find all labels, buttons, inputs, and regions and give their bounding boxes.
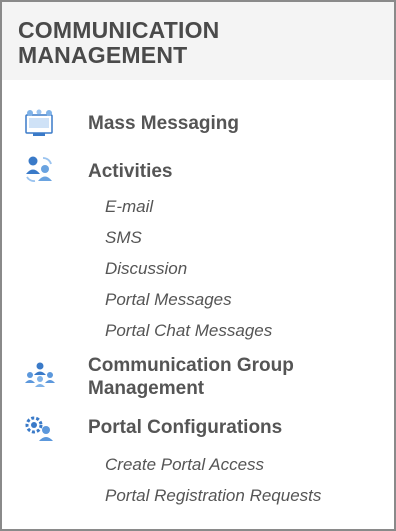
menu-label-communication-group-management: Communication Group Management xyxy=(88,354,294,400)
menu-label-activities: Activities xyxy=(88,161,173,182)
menu-label-line-1: Communication Group xyxy=(88,355,294,376)
communication-group-icon xyxy=(23,361,57,389)
menu-item-mass-messaging[interactable]: Mass Messaging xyxy=(2,109,394,139)
communication-management-panel: COMMUNICATION MANAGEMENT Mass Messaging xyxy=(0,0,396,531)
submenu-item-portal-messages[interactable]: Portal Messages xyxy=(105,290,232,310)
panel-header: COMMUNICATION MANAGEMENT xyxy=(2,2,394,80)
submenu-item-discussion[interactable]: Discussion xyxy=(105,259,187,279)
panel-title-line-2: MANAGEMENT xyxy=(18,42,188,68)
menu-label-portal-configurations: Portal Configurations xyxy=(88,417,283,438)
menu-label-mass-messaging: Mass Messaging xyxy=(88,113,239,134)
submenu-item-portal-chat-messages[interactable]: Portal Chat Messages xyxy=(105,321,272,341)
submenu-item-portal-registration-requests[interactable]: Portal Registration Requests xyxy=(105,486,321,506)
menu-item-activities[interactable]: Activities xyxy=(2,154,394,184)
panel-title-line-1: COMMUNICATION xyxy=(18,17,220,43)
menu-item-communication-group-management[interactable]: Communication Group Management xyxy=(2,351,394,399)
menu-item-portal-configurations[interactable]: Portal Configurations xyxy=(2,412,394,444)
mass-messaging-icon xyxy=(23,109,57,137)
panel-title: COMMUNICATION MANAGEMENT xyxy=(18,18,358,68)
portal-configurations-icon xyxy=(23,414,57,442)
submenu-item-create-portal-access[interactable]: Create Portal Access xyxy=(105,455,264,475)
activities-icon xyxy=(23,154,57,182)
submenu-item-email[interactable]: E-mail xyxy=(105,197,153,217)
submenu-item-sms[interactable]: SMS xyxy=(105,228,142,248)
menu-label-line-2: Management xyxy=(88,378,205,399)
